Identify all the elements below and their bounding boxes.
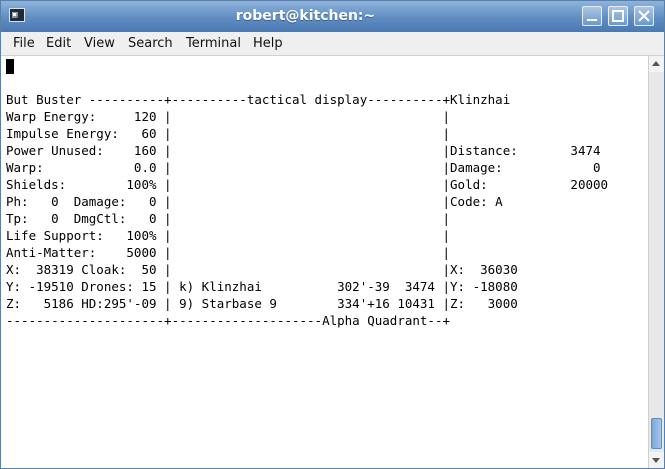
terminal-line: Impulse Energy: 60 | | [6,126,451,141]
window-title: robert@kitchen:~ [235,8,376,24]
terminal-line: X: 38319 Cloak: 50 | |X: 36030 [6,262,518,277]
vertical-scrollbar[interactable] [648,56,664,468]
menu-view[interactable]: View [84,32,115,55]
menu-help[interactable]: Help [253,32,283,55]
title-bar[interactable]: ▣ robert@kitchen:~ [1,1,664,32]
terminal-line: Life Support: 100% | | [6,228,451,243]
terminal-line: Ph: 0 Damage: 0 | |Code: A [6,194,503,209]
menu-edit[interactable]: Edit [46,32,71,55]
terminal-line: Z: 5186 HD:295'-09 | 9) Starbase 9 334'+… [6,296,518,311]
scroll-up-arrow-icon[interactable] [649,56,664,72]
terminal-line: Anti-Matter: 5000 | | [6,245,451,260]
text-cursor [6,59,14,74]
terminal-screen[interactable]: But Buster ----------+----------tactical… [1,56,648,468]
terminal-line: But Buster ----------+----------tactical… [6,92,511,107]
terminal-line: Power Unused: 160 | |Distance: 3474 [6,143,601,158]
terminal-line: Y: -19510 Drones: 15 | k) Klinzhai 302'-… [6,279,518,294]
menu-terminal[interactable]: Terminal [186,32,241,55]
close-button[interactable] [634,6,654,26]
terminal-window: ▣ robert@kitchen:~ File Edit View Search… [0,0,665,469]
terminal-line: Warp: 0.0 | |Damage: 0 [6,160,601,175]
scrollbar-thumb[interactable] [651,418,662,449]
scroll-down-arrow-icon[interactable] [649,452,664,468]
maximize-button[interactable] [608,6,628,26]
terminal-line: Tp: 0 DmgCtl: 0 | | [6,211,451,226]
menu-bar: File Edit View Search Terminal Help [1,32,664,56]
minimize-button[interactable] [582,6,602,26]
terminal-line: Shields: 100% | |Gold: 20000 [6,177,609,192]
menu-search[interactable]: Search [128,32,173,55]
terminal-line: ---------------------+------------------… [6,313,451,328]
terminal-line: Warp Energy: 120 | | [6,109,451,124]
menu-file[interactable]: File [13,32,35,55]
